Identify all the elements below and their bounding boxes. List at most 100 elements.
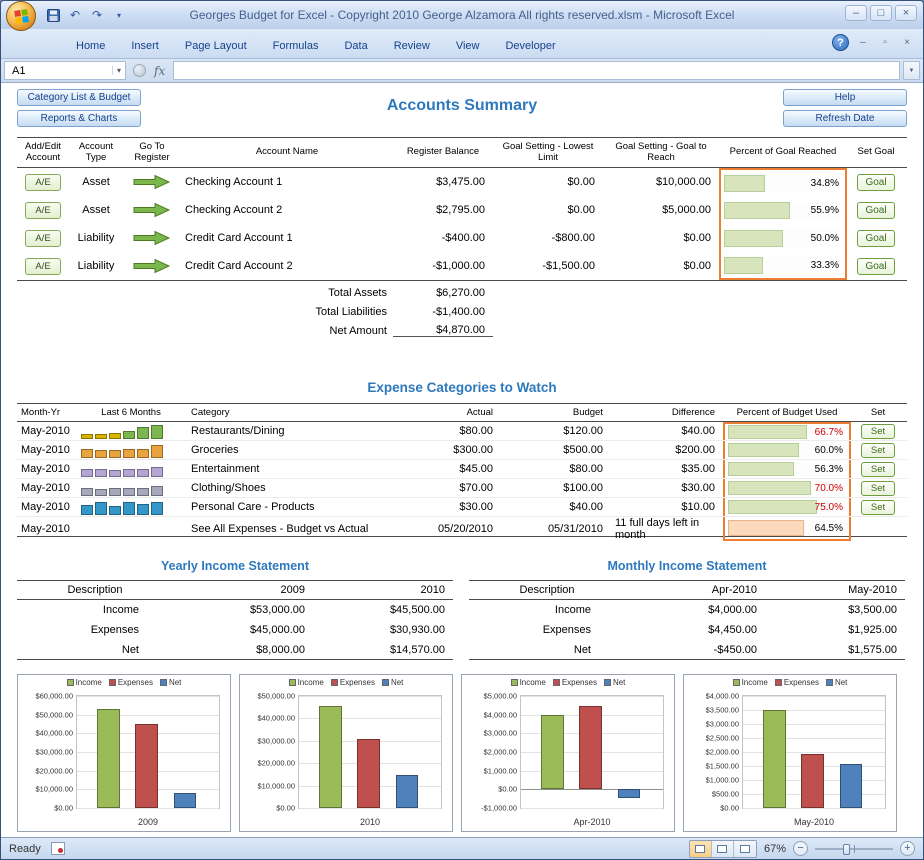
status-ready: Ready (9, 843, 41, 855)
bar-income (541, 715, 564, 790)
name-box[interactable]: A1 ▾ (4, 61, 126, 80)
set-goal-button[interactable]: Goal (857, 258, 895, 275)
y-tick-label: $0.00 (54, 804, 73, 813)
header-set-goal: Set Goal (847, 147, 905, 158)
office-button[interactable] (6, 1, 36, 31)
gridline (743, 696, 885, 697)
reports-charts-button[interactable]: Reports & Charts (17, 110, 141, 127)
workbook-close-button[interactable]: × (899, 37, 915, 48)
y-tick-label: $20,000.00 (35, 766, 73, 775)
undo-icon[interactable]: ↶ (66, 6, 84, 24)
sheet-header-zone: Category List & Budget Reports & Charts … (17, 88, 907, 134)
row-label: Expenses (469, 624, 625, 636)
workbook-restore-button[interactable]: ▫ (877, 37, 893, 48)
budget-percent-label: 70.0% (815, 481, 843, 495)
legend-item: Net (604, 678, 625, 687)
expense-difference: $200.00 (611, 444, 723, 456)
budget-percent-label: 66.7% (815, 425, 843, 439)
percent-budget-cell: 64.5% (723, 517, 851, 541)
spark-bar (95, 502, 107, 515)
formula-bar-expand-icon[interactable]: ▼ (903, 61, 920, 80)
header-budget: Budget (501, 407, 611, 418)
account-name: Checking Account 2 (181, 204, 393, 216)
tab-insert[interactable]: Insert (118, 35, 172, 58)
normal-view-button[interactable] (690, 841, 712, 857)
spark-bar (137, 427, 149, 439)
income-row: Expenses $45,000.00 $30,930.00 (17, 620, 453, 640)
tab-formulas[interactable]: Formulas (260, 35, 332, 58)
tab-view[interactable]: View (443, 35, 493, 58)
expense-row: May-2010 Personal Care - Products $30.00… (17, 498, 907, 517)
legend-swatch (331, 679, 338, 686)
page-break-view-button[interactable] (734, 841, 756, 857)
set-goal-button[interactable]: Goal (857, 174, 895, 191)
legend-item: Expenses (331, 678, 375, 687)
formula-input[interactable] (173, 61, 900, 80)
zoom-slider[interactable] (815, 842, 893, 856)
tab-review[interactable]: Review (381, 35, 443, 58)
y-tick-label: $0.00 (498, 785, 517, 794)
help-button[interactable]: Help (783, 89, 907, 106)
legend-swatch (511, 679, 518, 686)
goal-percent-label: 33.3% (811, 257, 839, 274)
go-to-register-arrow-icon[interactable] (133, 230, 171, 246)
help-icon[interactable]: ? (832, 34, 849, 51)
category-list-budget-button[interactable]: Category List & Budget (17, 89, 141, 106)
account-name: Credit Card Account 2 (181, 260, 393, 272)
zoom-slider-notch (854, 845, 855, 853)
total-value: -$1,400.00 (393, 306, 493, 318)
maximize-button[interactable]: □ (870, 5, 892, 21)
monthly-income-statement: Monthly Income Statement Description Apr… (469, 559, 905, 660)
y-tick-label: $50,000.00 (35, 710, 73, 719)
refresh-date-button[interactable]: Refresh Date (783, 110, 907, 127)
set-budget-button[interactable]: Set (861, 424, 895, 439)
legend-swatch (160, 679, 167, 686)
percent-goal-cell: 33.3% (719, 252, 847, 280)
go-to-register-arrow-icon[interactable] (133, 202, 171, 218)
y-tick-label: $3,500.00 (706, 706, 739, 715)
set-budget-button[interactable]: Set (861, 443, 895, 458)
zoom-slider-thumb[interactable] (843, 844, 850, 855)
set-goal-button[interactable]: Goal (857, 230, 895, 247)
zoom-out-button[interactable]: − (793, 841, 808, 856)
expense-row: May-2010 Clothing/Shoes $70.00 $100.00 $… (17, 479, 907, 498)
add-edit-account-button[interactable]: A/E (25, 202, 61, 219)
account-row: A/E Asset Checking Account 2 $2,795.00 $… (17, 196, 907, 224)
save-icon[interactable] (44, 6, 62, 24)
summary-month: May-2010 (17, 523, 75, 535)
tab-developer[interactable]: Developer (492, 35, 568, 58)
last-6-months-sparkline (75, 462, 187, 477)
redo-icon[interactable]: ↷ (88, 6, 106, 24)
zoom-in-button[interactable]: + (900, 841, 915, 856)
go-to-register-arrow-icon[interactable] (133, 174, 171, 190)
x-axis-label: May-2010 (742, 817, 886, 827)
row-label: Income (469, 604, 625, 616)
tab-page-layout[interactable]: Page Layout (172, 35, 260, 58)
add-edit-account-button[interactable]: A/E (25, 258, 61, 275)
insert-function-icon[interactable] (133, 64, 146, 77)
spark-bar (95, 469, 107, 477)
add-edit-account-button[interactable]: A/E (25, 230, 61, 247)
add-edit-account-button[interactable]: A/E (25, 174, 61, 191)
go-to-register-arrow-icon[interactable] (133, 258, 171, 274)
set-goal-button[interactable]: Goal (857, 202, 895, 219)
set-budget-button[interactable]: Set (861, 500, 895, 515)
page-layout-view-button[interactable] (712, 841, 734, 857)
y-tick-label: $60,000.00 (35, 692, 73, 701)
tab-data[interactable]: Data (331, 35, 380, 58)
name-box-dropdown-icon[interactable]: ▾ (112, 66, 125, 75)
zoom-level[interactable]: 67% (764, 843, 786, 855)
workbook-minimize-button[interactable]: – (855, 37, 871, 48)
minimize-button[interactable]: – (845, 5, 867, 21)
macro-record-icon[interactable] (51, 842, 65, 855)
close-button[interactable]: × (895, 5, 917, 21)
tab-home[interactable]: Home (63, 35, 118, 58)
set-budget-button[interactable]: Set (861, 481, 895, 496)
spark-bar (95, 489, 107, 496)
percent-budget-cell: 56.3% (723, 460, 851, 478)
header-apr-2010: Apr-2010 (625, 584, 765, 596)
fx-label[interactable]: fx (149, 64, 170, 78)
x-axis-label: 2009 (76, 817, 220, 827)
set-budget-button[interactable]: Set (861, 462, 895, 477)
qat-dropdown-icon[interactable]: ▾ (110, 6, 128, 24)
